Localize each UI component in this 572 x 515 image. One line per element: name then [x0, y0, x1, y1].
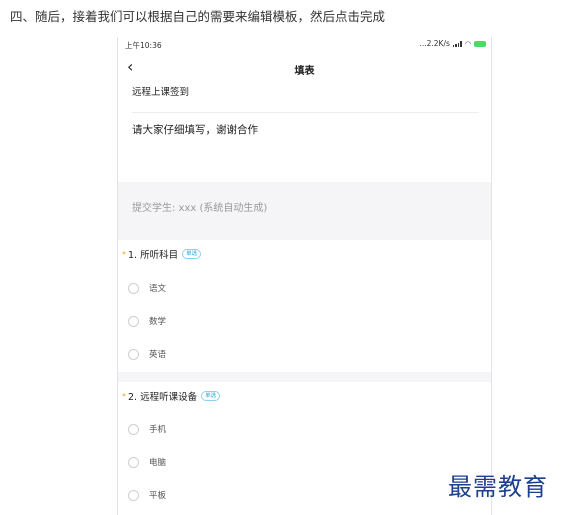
status-indicators: ...2.2K/s ◠ [419, 39, 486, 48]
watermark-text: 最需教育 [448, 473, 548, 501]
signal-icon [452, 40, 462, 47]
submitter-box: 提交学生: xxx (系统自动生成) [118, 182, 491, 240]
required-mark: * [122, 391, 126, 401]
radio-icon[interactable] [128, 315, 139, 327]
form-description-field[interactable]: 请大家仔细填写，谢谢合作 [132, 122, 258, 137]
question-type-badge: 单选 [182, 249, 202, 259]
section-divider [118, 372, 491, 382]
status-bar: 上午10:36 ...2.2K/s ◠ [118, 37, 491, 51]
submitter-text: 提交学生: xxx (系统自动生成) [132, 203, 268, 214]
option-label: 英语 [149, 350, 167, 360]
question-title: 1. 所听科目 [128, 250, 179, 261]
option-label: 平板 [149, 491, 167, 501]
form-title-field[interactable]: 远程上课签到 [132, 84, 189, 98]
option-label: 电脑 [149, 458, 167, 468]
radio-icon[interactable] [128, 456, 139, 468]
page: 四、随后，接着我们可以根据自己的需要来编辑模板，然后点击完成 上午10:36 .… [0, 0, 572, 515]
question-header: * 1. 所听科目 单选 [122, 247, 202, 261]
radio-icon[interactable] [128, 348, 139, 360]
wifi-icon: ◠ [464, 39, 471, 48]
required-mark: * [122, 249, 126, 259]
page-title: 填表 [294, 66, 315, 77]
option-label: 数学 [149, 317, 167, 327]
question-type-badge: 单选 [201, 391, 221, 401]
phone-screenshot: 上午10:36 ...2.2K/s ◠ ‹ 填表 远程上课签到 请大家仔细填写，… [117, 37, 492, 515]
option-row[interactable]: 平板 [128, 488, 166, 502]
network-speed: ...2.2K/s [419, 39, 450, 48]
radio-icon[interactable] [128, 423, 139, 435]
option-row[interactable]: 英语 [128, 347, 166, 361]
battery-icon [474, 40, 486, 47]
divider [132, 112, 479, 113]
option-row[interactable]: 数学 [128, 314, 166, 328]
option-label: 语文 [149, 284, 167, 294]
radio-icon[interactable] [128, 489, 139, 501]
option-row[interactable]: 电脑 [128, 455, 166, 469]
question-title: 2. 远程听课设备 [128, 392, 198, 403]
radio-icon[interactable] [128, 282, 139, 294]
intro-text: 四、随后，接着我们可以根据自己的需要来编辑模板，然后点击完成 [10, 9, 386, 24]
status-time: 上午10:36 [125, 41, 162, 50]
question-header: * 2. 远程听课设备 单选 [122, 389, 221, 403]
option-row[interactable]: 手机 [128, 422, 166, 436]
option-row[interactable]: 语文 [128, 281, 166, 295]
nav-bar: ‹ 填表 [118, 51, 491, 87]
option-label: 手机 [149, 425, 167, 435]
